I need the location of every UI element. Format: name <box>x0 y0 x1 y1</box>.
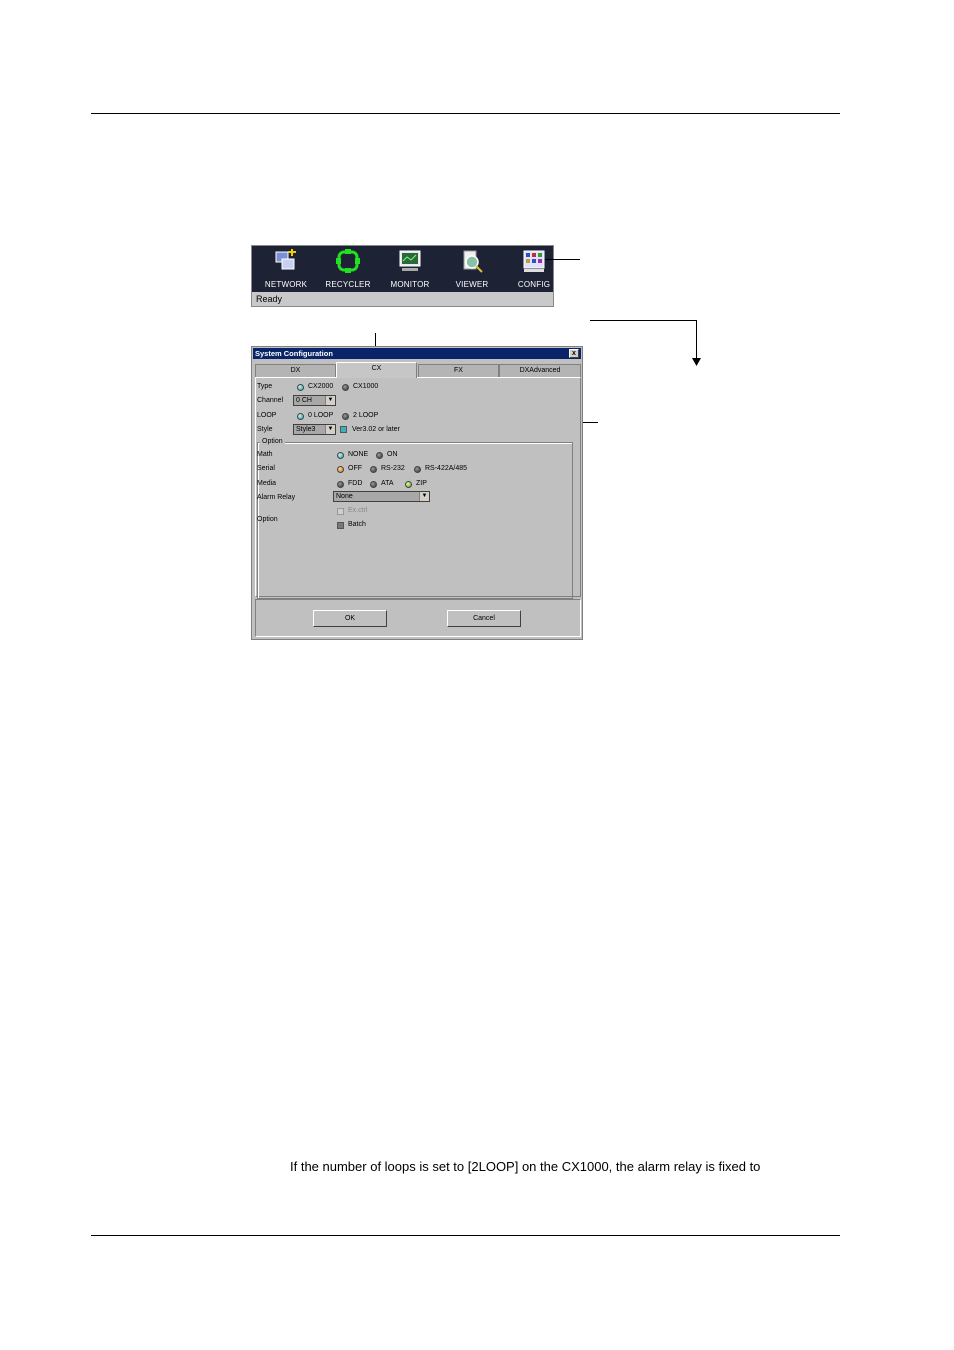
loop-radio-0loop[interactable] <box>297 413 304 420</box>
version-checkbox[interactable] <box>340 426 347 433</box>
toolbar-button-strip: NETWORK RECYCLER MONITOR VIEWER CONFIG <box>252 246 553 292</box>
viewer-button[interactable]: VIEWER <box>442 248 502 290</box>
tab-dxadvanced-label: DXAdvanced <box>519 367 561 374</box>
type-radio-cx1000[interactable] <box>342 384 349 391</box>
loop-label: LOOP <box>257 412 277 419</box>
style-select[interactable]: Style3 ▼ <box>293 424 336 435</box>
loop-option-0loop: 0 LOOP <box>308 412 334 419</box>
media-radio-ata[interactable] <box>370 481 377 488</box>
tab-dxadvanced[interactable]: DXAdvanced <box>499 364 581 377</box>
type-radio-cx2000[interactable] <box>297 384 304 391</box>
monitor-label: MONITOR <box>390 280 430 289</box>
media-option-ata: ATA <box>381 480 394 487</box>
alarm-relay-value: None <box>336 493 353 500</box>
callout-line-horizontal <box>590 320 696 321</box>
serial-radio-rs232[interactable] <box>370 466 377 473</box>
arrow-head-icon <box>692 358 701 366</box>
serial-option-rs422: RS-422A/485 <box>425 465 468 472</box>
channel-select[interactable]: 0 CH ▼ <box>293 395 336 406</box>
network-icon <box>275 249 296 270</box>
math-radio-none[interactable] <box>337 452 344 459</box>
style-value: Style3 <box>296 426 316 433</box>
header-rule <box>91 113 840 114</box>
exctrl-checkbox-label: Ex.ctrl <box>348 507 368 514</box>
dialog-footer: OK Cancel <box>255 599 581 637</box>
channel-label: Channel <box>257 397 284 404</box>
tab-cx[interactable]: CX <box>336 362 417 378</box>
monitor-button[interactable]: MONITOR <box>380 248 440 290</box>
exctrl-checkbox[interactable] <box>337 508 344 515</box>
alarm-relay-select[interactable]: None ▼ <box>333 491 430 502</box>
application-toolbar: NETWORK RECYCLER MONITOR VIEWER CONFIG R… <box>251 245 554 307</box>
viewer-icon <box>463 250 483 273</box>
math-option-none: NONE <box>348 451 369 458</box>
config-button[interactable]: CONFIG <box>504 248 564 290</box>
system-configuration-dialog: System Configuration x DX CX FX DXAdvanc… <box>251 346 583 640</box>
viewer-label: VIEWER <box>455 280 489 289</box>
status-bar-text: Ready <box>256 294 283 304</box>
ok-button[interactable]: OK <box>313 610 387 627</box>
body-paragraph: If the number of loops is set to [2LOOP]… <box>290 1159 761 1174</box>
media-label: Media <box>257 480 277 487</box>
tab-fx-label: FX <box>454 367 463 374</box>
media-radio-fdd[interactable] <box>337 481 344 488</box>
callout-line-vertical <box>696 320 697 362</box>
loop-option-2loop: 2 LOOP <box>353 412 379 419</box>
recycler-button[interactable]: RECYCLER <box>318 248 378 290</box>
batch-checkbox-label: Batch <box>348 521 366 528</box>
config-icon <box>523 250 545 272</box>
close-button[interactable]: x <box>569 349 579 358</box>
batch-checkbox[interactable] <box>337 522 344 529</box>
style-label: Style <box>257 426 273 433</box>
version-checkbox-label: Ver3.02 or later <box>352 426 400 433</box>
serial-radio-rs422[interactable] <box>414 466 421 473</box>
recycler-label: RECYCLER <box>325 280 371 289</box>
type-option-cx2000: CX2000 <box>308 383 334 390</box>
channel-value: 0 CH <box>296 397 312 404</box>
serial-option-rs232: RS-232 <box>381 465 405 472</box>
math-option-on: ON <box>387 451 398 458</box>
network-button[interactable]: NETWORK <box>256 248 316 290</box>
close-icon: x <box>572 350 576 357</box>
media-option-fdd: FDD <box>348 480 363 487</box>
network-label: NETWORK <box>264 280 308 289</box>
option-group-title: Option <box>260 438 285 445</box>
dialog-titlebar: System Configuration x <box>253 348 581 359</box>
math-radio-on[interactable] <box>376 452 383 459</box>
alarm-relay-label: Alarm Relay <box>257 494 296 501</box>
math-label: Math <box>257 451 273 458</box>
tab-cx-label: CX <box>371 365 382 372</box>
loop-radio-2loop[interactable] <box>342 413 349 420</box>
recycler-icon <box>336 249 360 273</box>
cancel-button[interactable]: Cancel <box>447 610 521 627</box>
chevron-down-icon: ▼ <box>419 492 429 501</box>
type-label: Type <box>257 383 273 390</box>
option-checkboxes-label: Option <box>257 516 278 523</box>
type-option-cx1000: CX1000 <box>353 383 379 390</box>
tab-fx[interactable]: FX <box>418 364 499 377</box>
monitor-icon <box>399 250 421 271</box>
serial-option-off: OFF <box>348 465 362 472</box>
tab-dx[interactable]: DX <box>255 364 336 377</box>
serial-label: Serial <box>257 465 275 472</box>
media-radio-zip[interactable] <box>405 481 412 488</box>
config-label: CONFIG <box>517 280 551 289</box>
tab-dx-label: DX <box>290 367 301 374</box>
serial-radio-off[interactable] <box>337 466 344 473</box>
footer-rule <box>91 1235 840 1236</box>
dialog-title: System Configuration <box>255 349 333 358</box>
media-option-zip: ZIP <box>416 480 427 487</box>
callout-line-config <box>545 259 580 260</box>
tab-strip: DX CX FX DXAdvanced <box>255 362 581 378</box>
chevron-down-icon: ▼ <box>325 425 335 434</box>
chevron-down-icon: ▼ <box>325 396 335 405</box>
